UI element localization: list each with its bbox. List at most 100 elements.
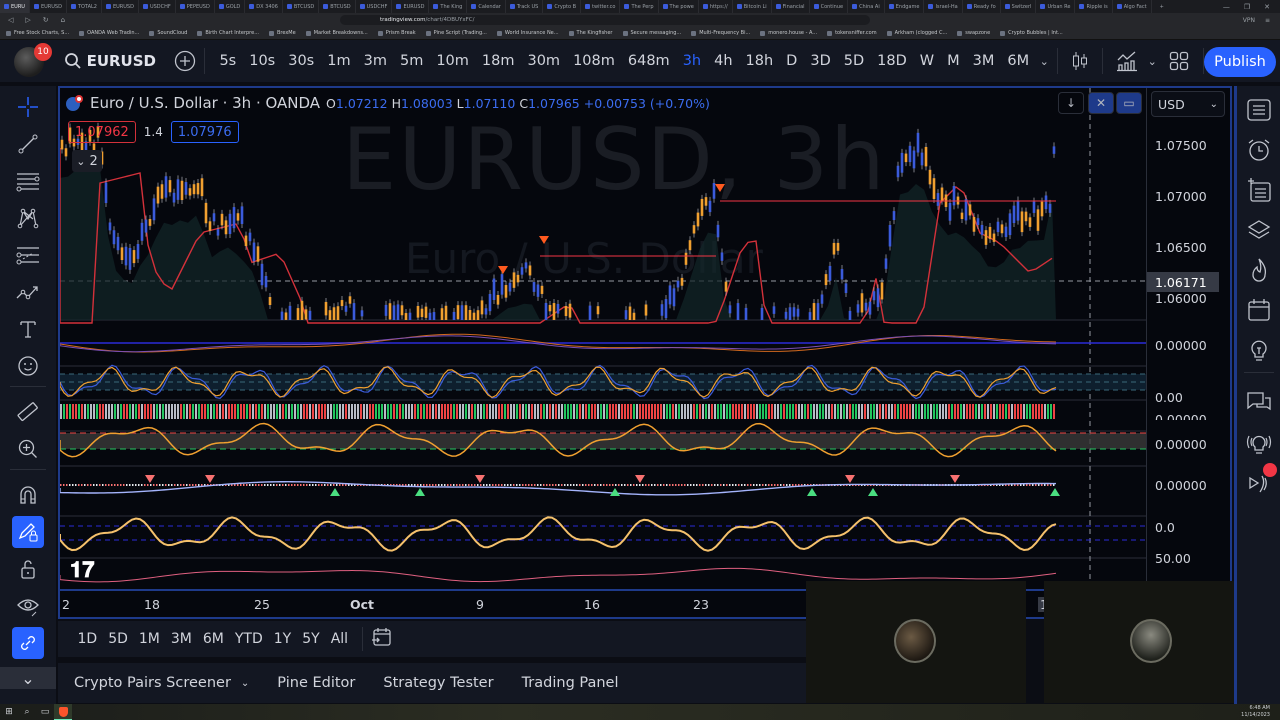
range-5d[interactable]: 5D — [103, 631, 134, 647]
layout-button[interactable] — [1162, 51, 1196, 71]
vpn-button[interactable]: VPN — [1243, 17, 1255, 24]
browser-tab[interactable]: Israel-Ha — [924, 0, 963, 13]
interval-3m[interactable]: 3M — [966, 53, 1001, 69]
chart-type-button[interactable] — [1066, 50, 1094, 72]
interval-5s[interactable]: 5s — [213, 53, 243, 69]
restore-icon[interactable]: ❐ — [1244, 3, 1250, 11]
scroll-to-latest-button[interactable]: ↓ — [1058, 92, 1084, 114]
stay-in-drawing-mode-toggle[interactable] — [12, 516, 44, 548]
interval-3d[interactable]: 3D — [804, 53, 837, 69]
browser-tab[interactable]: The Perp — [620, 0, 659, 13]
browser-tab[interactable]: The powe — [659, 0, 699, 13]
browser-tab[interactable]: Switzerl — [1001, 0, 1037, 13]
price-scale[interactable]: USD ⌄ 1.07500 1.07000 1.06500 1.06171 1.… — [1146, 88, 1230, 589]
close-icon[interactable]: ✕ — [1264, 3, 1270, 11]
task-view-icon[interactable]: ▭ — [36, 704, 54, 720]
browser-tab[interactable]: Bitcoin Li — [733, 0, 772, 13]
maximize-pane-button[interactable]: ▭ — [1116, 92, 1142, 114]
range-1y[interactable]: 1Y — [268, 631, 296, 647]
bookmark-item[interactable]: OANDA Web Tradin... — [79, 30, 139, 36]
interval-3h[interactable]: 3h — [676, 53, 707, 69]
minimize-icon[interactable]: — — [1223, 3, 1230, 11]
browser-tab[interactable]: USDCHF — [356, 0, 393, 13]
alerts-button[interactable] — [1243, 134, 1275, 166]
system-clock[interactable]: 6:48 AM 11/14/2023 — [1241, 705, 1270, 719]
interval-6m[interactable]: 6M — [1001, 53, 1036, 69]
browser-tab[interactable]: PEPEUSD — [176, 0, 215, 13]
browser-tab[interactable]: The King — [429, 0, 468, 13]
bookmark-item[interactable]: The Kingfisher — [568, 30, 613, 36]
collapse-toolbar-button[interactable]: ⌄ — [0, 667, 56, 689]
interval-5m[interactable]: 5m — [393, 53, 429, 69]
watchlist-button[interactable] — [1243, 94, 1275, 126]
ideas-button[interactable] — [1243, 334, 1275, 366]
browser-tab[interactable]: GOLD — [215, 0, 246, 13]
home-icon[interactable]: ⌂ — [61, 16, 65, 24]
browser-tab[interactable]: DX 3406 — [245, 0, 283, 13]
interval-10s[interactable]: 10s — [243, 53, 282, 69]
bookmark-item[interactable]: Arkham (clogged C... — [886, 30, 947, 36]
range-6m[interactable]: 6M — [197, 631, 229, 647]
browser-tab[interactable]: EURUSD — [392, 0, 430, 13]
interval-18d[interactable]: 18D — [871, 53, 914, 69]
tab-pine-editor[interactable]: Pine Editor — [277, 675, 355, 691]
browser-tab[interactable]: BTCUSD — [283, 0, 320, 13]
bookmark-item[interactable]: Prism Break — [377, 30, 416, 36]
search-icon[interactable]: ⌕ — [18, 704, 36, 720]
publish-button[interactable]: Publish — [1204, 47, 1276, 77]
browser-tab[interactable]: Ripple is — [1075, 0, 1113, 13]
browser-tab[interactable]: Crypto B — [543, 0, 582, 13]
bookmark-item[interactable]: Secure messaging... — [622, 30, 681, 36]
windows-start-icon[interactable]: ⊞ — [0, 704, 18, 720]
pattern-tool[interactable] — [12, 202, 44, 234]
browser-tab[interactable]: Algo Fact — [1113, 0, 1152, 13]
sell-button[interactable]: 1.07962 — [68, 121, 136, 143]
browser-tab[interactable]: Continue — [810, 0, 849, 13]
browser-tab[interactable]: Endgame — [885, 0, 925, 13]
tab-crypto-pairs-screener[interactable]: Crypto Pairs Screener ⌄ — [74, 675, 249, 691]
browser-tab[interactable]: China Ai — [848, 0, 885, 13]
bookmark-item[interactable]: swapzone — [957, 30, 990, 36]
bookmark-item[interactable]: monero.house - A... — [760, 30, 817, 36]
browser-tab[interactable]: Calendar — [467, 0, 506, 13]
browser-tab[interactable]: EURUSD — [102, 0, 139, 13]
indicators-button[interactable] — [1111, 50, 1143, 72]
interval-w[interactable]: W — [913, 53, 940, 69]
range-all[interactable]: All — [325, 631, 353, 647]
browser-tab[interactable]: https:// — [699, 0, 733, 13]
bookmark-item[interactable]: Free Stock Charts, S... — [6, 30, 69, 36]
bookmark-item[interactable]: Market Breakdowns... — [305, 30, 368, 36]
brush-tool[interactable] — [12, 276, 44, 308]
bookmark-item[interactable]: Multi-Frequency Bi... — [691, 30, 750, 36]
layers-button[interactable] — [1243, 214, 1275, 246]
browser-tab[interactable]: USDCHF — [139, 0, 176, 13]
streams-button[interactable] — [1243, 427, 1275, 459]
tab-strategy-tester[interactable]: Strategy Tester — [383, 675, 493, 691]
fib-tool[interactable] — [12, 165, 44, 197]
range-ytd[interactable]: YTD — [229, 631, 268, 647]
interval-m[interactable]: M — [941, 53, 967, 69]
back-icon[interactable]: ◁ — [8, 16, 13, 24]
sync-drawings-toggle[interactable] — [12, 627, 44, 659]
range-1m[interactable]: 1M — [133, 631, 165, 647]
interval-18m[interactable]: 18m — [475, 53, 521, 69]
interval-30m[interactable]: 30m — [521, 53, 567, 69]
bookmark-item[interactable]: World Insurance Ne... — [496, 30, 559, 36]
bookmark-item[interactable]: tokensniffer.com — [827, 30, 877, 36]
url-field[interactable]: tradingview.com /chart/4DBUYxFC/ — [340, 15, 870, 25]
icon-tool[interactable] — [12, 350, 44, 382]
forward-icon[interactable]: ▷ — [25, 16, 30, 24]
interval-18h[interactable]: 18h — [739, 53, 780, 69]
range-1d[interactable]: 1D — [72, 631, 103, 647]
browser-tab[interactable]: Track US — [506, 0, 544, 13]
browser-tab[interactable]: BTCUSD — [319, 0, 356, 13]
zoom-in-tool[interactable] — [12, 433, 44, 465]
interval-1m[interactable]: 1m — [321, 53, 357, 69]
trend-line-tool[interactable] — [12, 128, 44, 160]
menu-icon[interactable]: ≡ — [1265, 17, 1270, 24]
bookmark-item[interactable]: Pine Script (Trading... — [425, 30, 487, 36]
hide-drawings-toggle[interactable] — [12, 590, 44, 622]
interval-3m[interactable]: 3m — [357, 53, 393, 69]
buy-button[interactable]: 1.07976 — [170, 121, 239, 143]
indicators-dropdown[interactable]: ⌄ — [1143, 55, 1162, 68]
